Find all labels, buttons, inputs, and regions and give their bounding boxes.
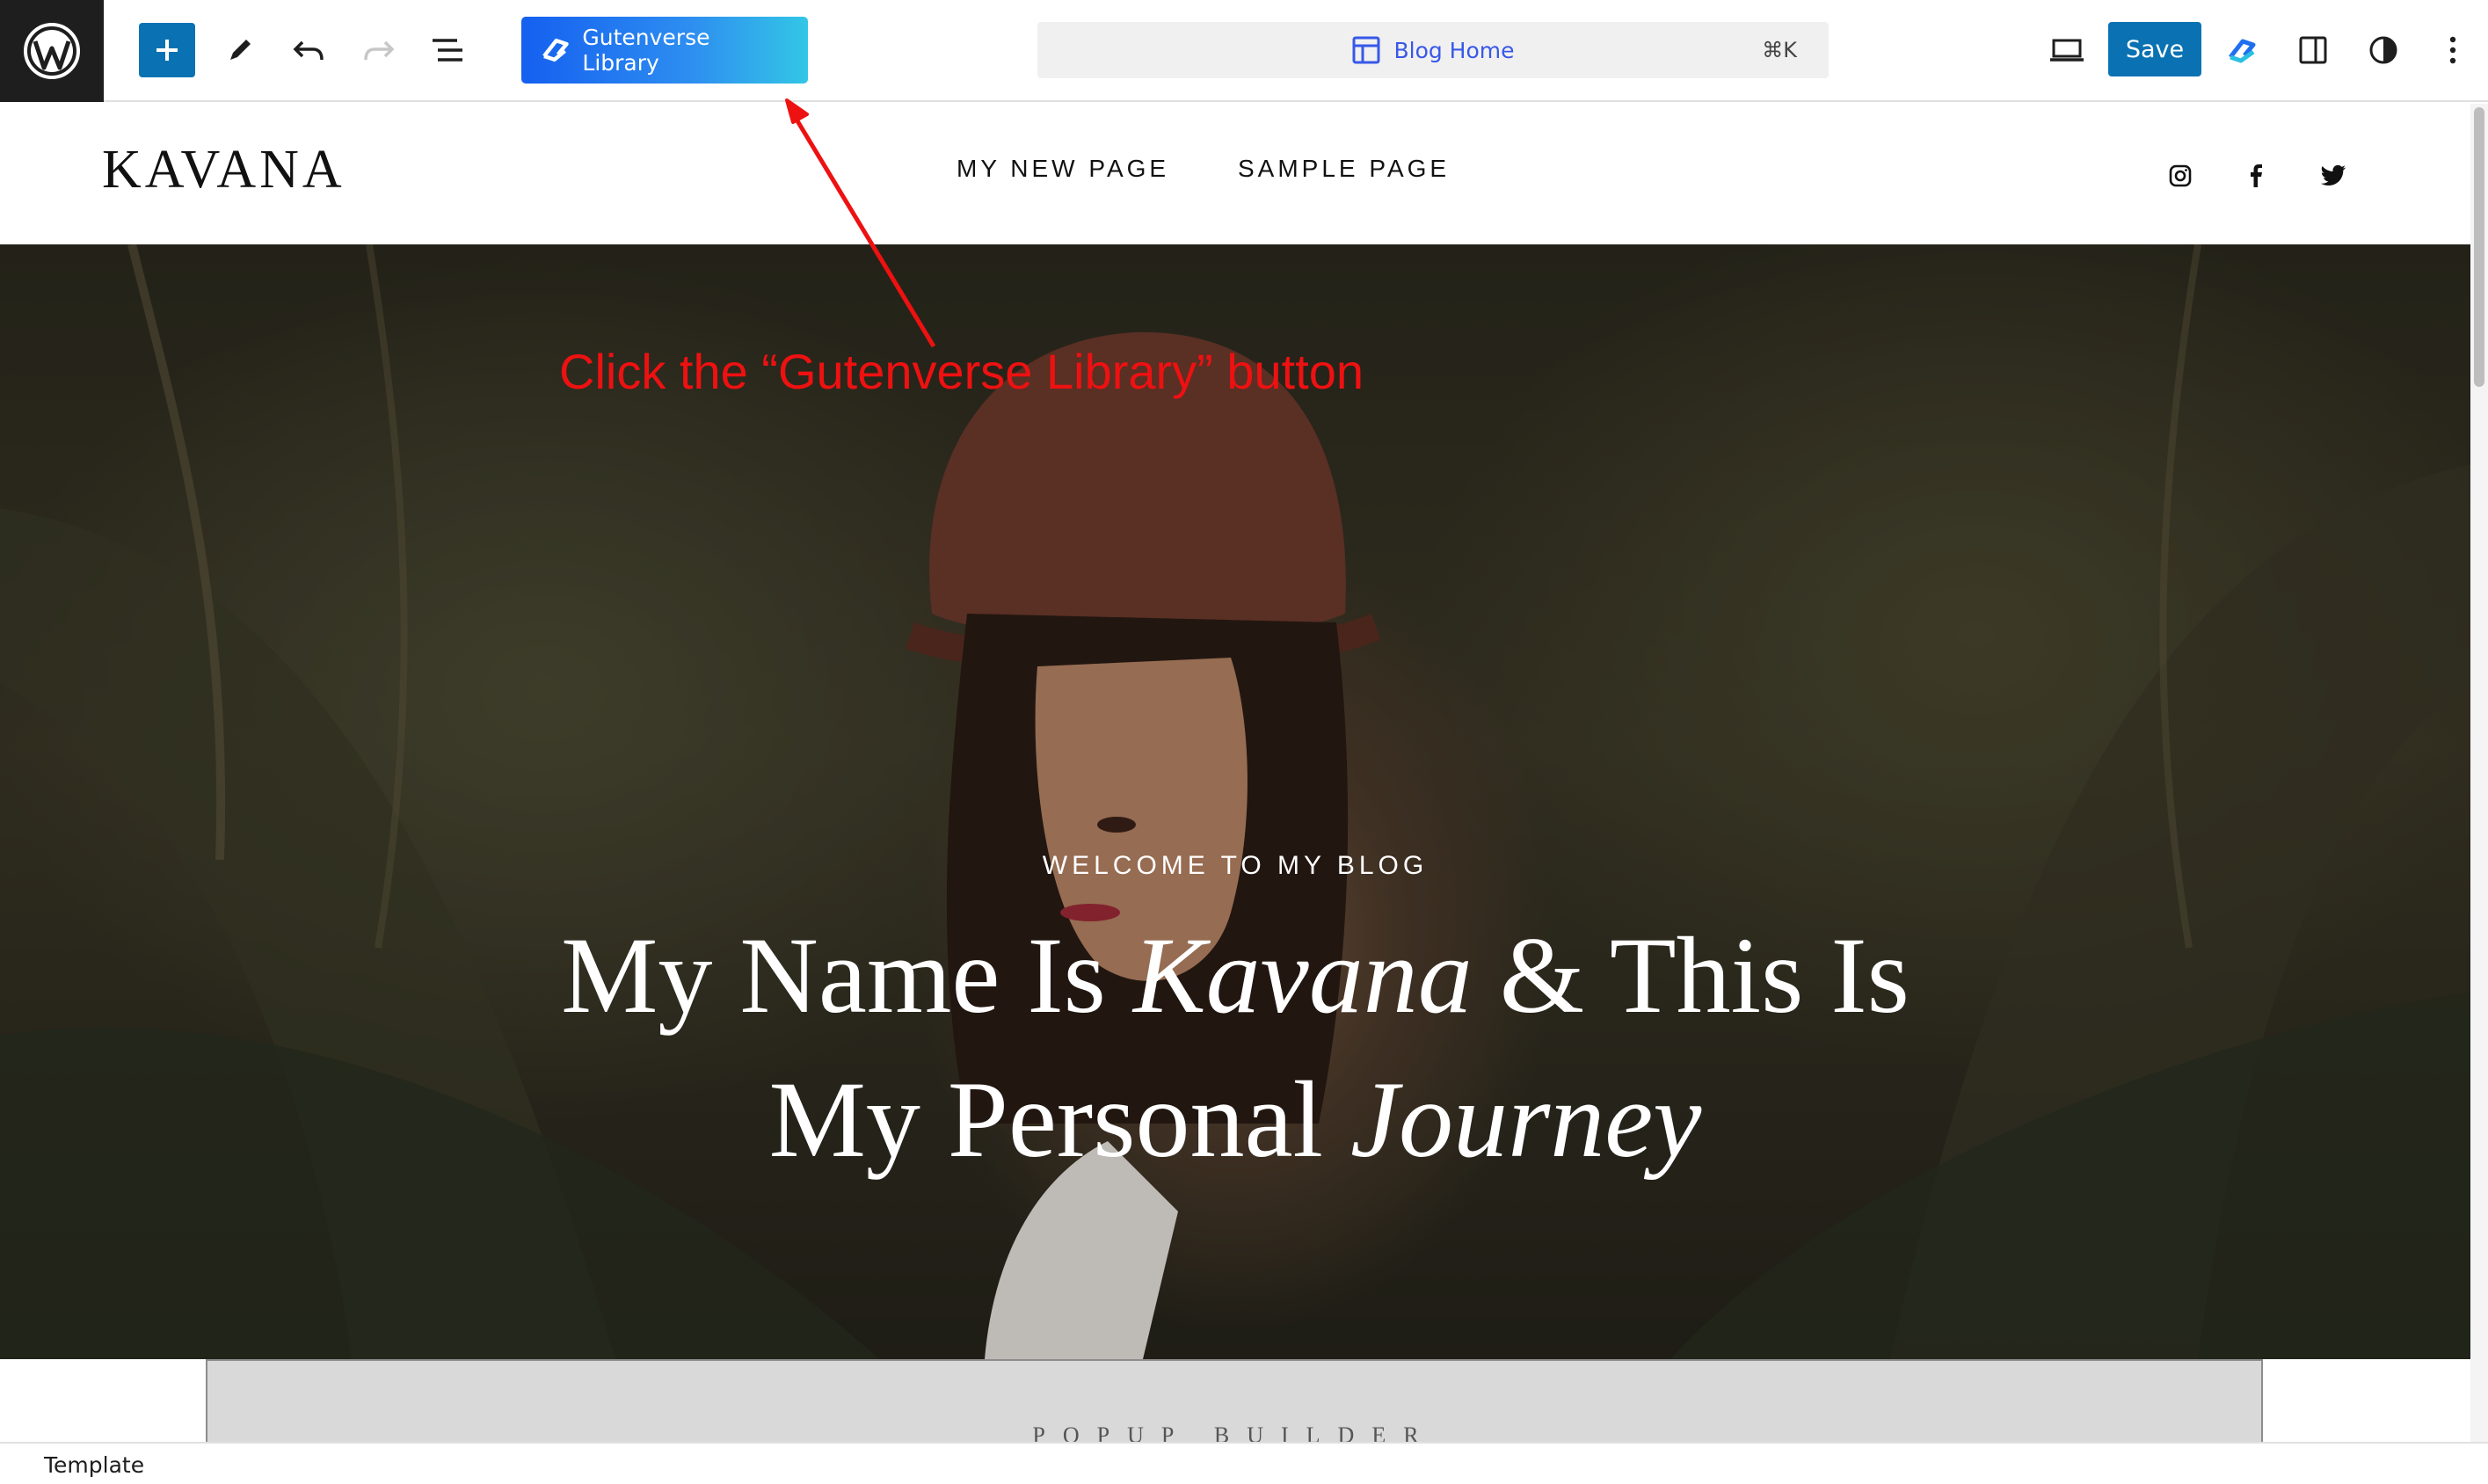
canvas-scrollbar-thumb[interactable] (2474, 107, 2484, 387)
heading-text: My Name Is (561, 915, 1133, 1036)
vertical-ellipsis-icon (2449, 36, 2456, 64)
heading-emphasis: Journey (1349, 1059, 1702, 1180)
heading-text: My Personal (768, 1059, 1350, 1180)
hero-cover-block[interactable]: WELCOME TO MY BLOG My Name Is Kavana & T… (0, 244, 2470, 1359)
hero-heading-line-2: My Personal Journey (0, 1048, 2470, 1192)
hero-subtitle[interactable]: WELCOME TO MY BLOG (0, 851, 2470, 881)
settings-sidebar-button[interactable] (2293, 30, 2333, 70)
heading-emphasis: Kavana (1132, 915, 1473, 1036)
list-view-icon (433, 39, 462, 62)
gutenverse-plugin-button[interactable] (2222, 30, 2263, 70)
heading-text: & This Is (1472, 915, 1910, 1036)
half-circle-contrast-icon (2369, 36, 2397, 64)
gutenverse-library-label: Gutenverse Library (582, 25, 710, 76)
wordpress-logo-button[interactable] (0, 0, 104, 102)
twitter-icon[interactable] (2317, 160, 2349, 192)
pencil-icon (230, 40, 251, 60)
hero-heading-line-1: My Name Is Kavana & This Is (0, 904, 2470, 1048)
document-title: Blog Home (1393, 37, 1515, 63)
site-header: KAVANA MY NEW PAGE SAMPLE PAGE (0, 104, 2470, 244)
redo-icon (364, 40, 395, 61)
hero-heading[interactable]: My Name Is Kavana & This Is My Personal … (0, 904, 2470, 1192)
annotation-text: Click the “Gutenverse Library” button (559, 344, 1364, 399)
breadcrumb-template[interactable]: Template (44, 1452, 144, 1478)
instagram-icon[interactable] (2164, 160, 2196, 192)
editor-canvas[interactable]: KAVANA MY NEW PAGE SAMPLE PAGE WELCOME T… (0, 104, 2470, 1442)
styles-button[interactable] (2363, 30, 2404, 70)
redo-button[interactable] (359, 30, 399, 70)
template-icon (1352, 36, 1380, 64)
site-title[interactable]: KAVANA (102, 139, 346, 201)
preview-device-button[interactable] (2045, 30, 2089, 70)
popup-builder-section[interactable]: POPUP BUILDER (206, 1359, 2263, 1442)
editor-toolbar: Gutenverse Library Blog Home ⌘K Save (0, 0, 2488, 102)
add-block-button[interactable] (139, 23, 195, 77)
shortcut-hint: ⌘K (1762, 38, 1797, 62)
options-menu-button[interactable] (2437, 30, 2469, 70)
section-label: POPUP BUILDER (1032, 1422, 1437, 1442)
facebook-icon[interactable] (2240, 160, 2272, 192)
laptop-icon (2050, 39, 2084, 62)
wordpress-icon (24, 23, 80, 79)
nav-item-my-new-page[interactable]: MY NEW PAGE (957, 155, 1169, 183)
editor-footer: Template (0, 1442, 2488, 1484)
document-overview-button[interactable] (427, 30, 468, 70)
undo-icon (293, 40, 324, 61)
edit-tool-button[interactable] (220, 30, 260, 70)
gutenverse-library-button[interactable]: Gutenverse Library (521, 17, 808, 84)
plus-icon (156, 40, 178, 61)
gutenverse-logo-icon (542, 38, 569, 62)
undo-button[interactable] (288, 30, 329, 70)
save-button[interactable]: Save (2108, 22, 2201, 76)
sidebar-icon (2299, 36, 2327, 64)
gutenverse-icon (2229, 39, 2256, 63)
command-palette-bar[interactable]: Blog Home ⌘K (1037, 22, 1829, 78)
nav-item-sample-page[interactable]: SAMPLE PAGE (1238, 155, 1450, 183)
